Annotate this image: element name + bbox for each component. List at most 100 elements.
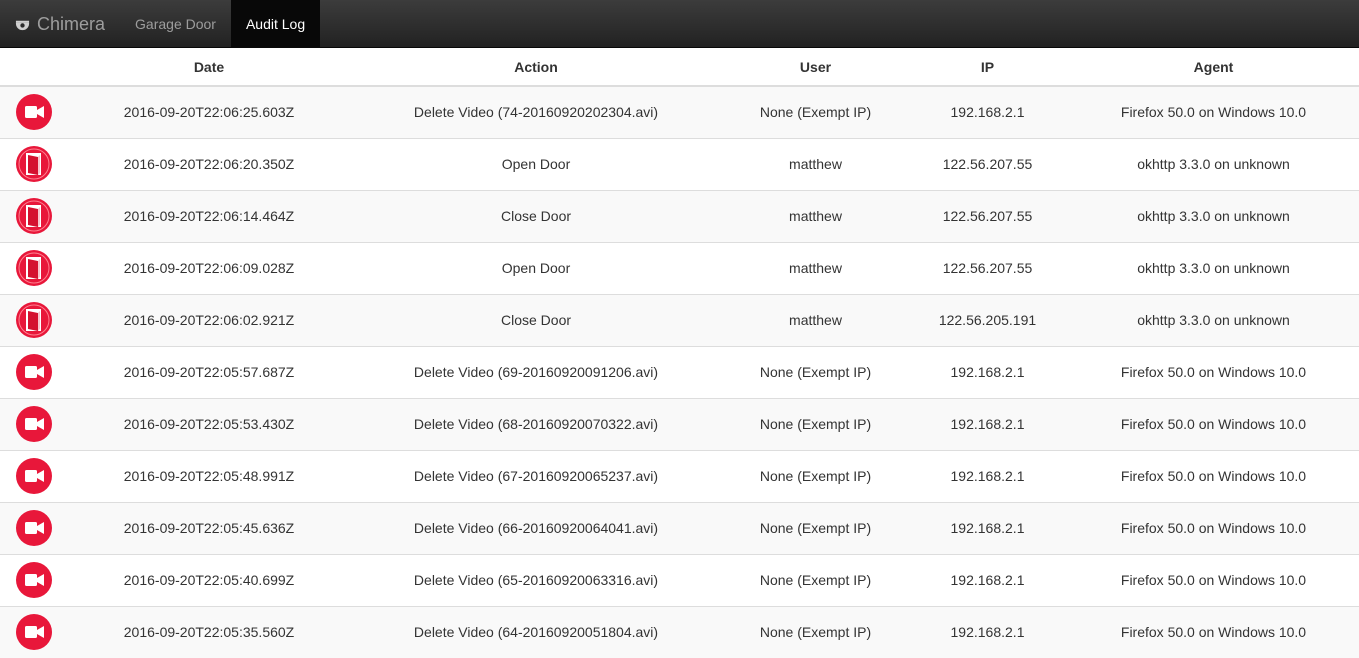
ip-cell: 192.168.2.1: [907, 397, 1068, 450]
table-row: 2016-09-20T22:06:20.350Z Open Door matthew…: [0, 137, 1359, 190]
action-cell: Delete Video (64-20160920051804.avi): [348, 605, 724, 658]
ip-cell: 192.168.2.1: [907, 85, 1068, 138]
date-cell: 2016-09-20T22:05:40.699Z: [70, 553, 348, 606]
row-icon-cell: [0, 137, 70, 190]
user-cell: None (Exempt IP): [724, 85, 907, 138]
nav-audit-log[interactable]: Audit Log: [230, 0, 321, 48]
agent-cell: Firefox 50.0 on Windows 10.0: [1068, 501, 1359, 554]
action-cell: Delete Video (74-20160920202304.avi): [348, 85, 724, 138]
action-cell: Delete Video (66-20160920064041.avi): [348, 501, 724, 554]
date-cell: 2016-09-20T22:05:53.430Z: [70, 397, 348, 450]
table-row: 2016-09-20T22:05:57.687Z Delete Video (69…: [0, 345, 1359, 398]
row-icon-cell: [0, 449, 70, 502]
table-body: 2016-09-20T22:06:25.603Z Delete Video (74…: [0, 85, 1359, 658]
agent-cell: Firefox 50.0 on Windows 10.0: [1068, 449, 1359, 502]
video-camera-icon: [0, 458, 70, 494]
door-icon: [0, 146, 70, 182]
action-cell: Open Door: [348, 137, 724, 190]
user-cell: None (Exempt IP): [724, 605, 907, 658]
ip-cell: 192.168.2.1: [907, 501, 1068, 554]
table-row: 2016-09-20T22:05:40.699Z Delete Video (65…: [0, 553, 1359, 606]
row-icon-cell: [0, 397, 70, 450]
date-cell: 2016-09-20T22:06:20.350Z: [70, 137, 348, 190]
table-row: 2016-09-20T22:06:02.921Z Close Door matthe…: [0, 293, 1359, 346]
row-icon-cell: [0, 189, 70, 242]
user-cell: None (Exempt IP): [724, 345, 907, 398]
door-icon: [0, 198, 70, 234]
agent-cell: Firefox 50.0 on Windows 10.0: [1068, 397, 1359, 450]
video-camera-icon: [0, 354, 70, 390]
action-cell: Close Door: [348, 293, 724, 346]
user-cell: matthew: [724, 241, 907, 294]
ip-cell: 122.56.207.55: [907, 137, 1068, 190]
date-cell: 2016-09-20T22:06:09.028Z: [70, 241, 348, 294]
video-camera-icon: [0, 94, 70, 131]
audit-log-table: Date Action User IP Agent 2016-09-20T22:…: [0, 48, 1359, 658]
table-row: 2016-09-20T22:06:14.464Z Close Door matthe…: [0, 189, 1359, 242]
user-cell: None (Exempt IP): [724, 501, 907, 554]
agent-cell: okhttp 3.3.0 on unknown: [1068, 241, 1359, 294]
table-header-row: Date Action User IP Agent: [0, 48, 1359, 87]
ip-cell: 122.56.205.191: [907, 293, 1068, 346]
ip-cell: 192.168.2.1: [907, 553, 1068, 606]
dome-camera-icon: [15, 20, 30, 30]
user-cell: matthew: [724, 293, 907, 346]
user-cell: None (Exempt IP): [724, 553, 907, 606]
row-icon-cell: [0, 605, 70, 658]
action-cell: Delete Video (65-20160920063316.avi): [348, 553, 724, 606]
user-cell: None (Exempt IP): [724, 397, 907, 450]
action-cell: Delete Video (67-20160920065237.avi): [348, 449, 724, 502]
row-icon-cell: [0, 241, 70, 294]
row-icon-cell: [0, 293, 70, 346]
door-icon: [0, 302, 70, 338]
row-icon-cell: [0, 345, 70, 398]
header-ip: IP: [907, 48, 1068, 87]
table-row: 2016-09-20T22:05:35.560Z Delete Video (64…: [0, 605, 1359, 658]
video-camera-icon: [0, 406, 70, 442]
door-icon: [0, 250, 70, 286]
table-row: 2016-09-20T22:05:48.991Z Delete Video (67…: [0, 449, 1359, 502]
agent-cell: okhttp 3.3.0 on unknown: [1068, 137, 1359, 190]
row-icon-cell: [0, 553, 70, 606]
top-navbar: Chimera Garage Door Audit Log: [0, 0, 1359, 48]
date-cell: 2016-09-20T22:06:02.921Z: [70, 293, 348, 346]
agent-cell: Firefox 50.0 on Windows 10.0: [1068, 605, 1359, 658]
brand-link[interactable]: Chimera: [0, 0, 120, 48]
table-row: 2016-09-20T22:06:09.028Z Open Door matthew…: [0, 241, 1359, 294]
agent-cell: Firefox 50.0 on Windows 10.0: [1068, 345, 1359, 398]
date-cell: 2016-09-20T22:05:48.991Z: [70, 449, 348, 502]
ip-cell: 122.56.207.55: [907, 241, 1068, 294]
nav-garage-door[interactable]: Garage Door: [120, 0, 231, 48]
action-cell: Close Door: [348, 189, 724, 242]
action-cell: Delete Video (68-20160920070322.avi): [348, 397, 724, 450]
user-cell: matthew: [724, 137, 907, 190]
agent-cell: Firefox 50.0 on Windows 10.0: [1068, 553, 1359, 606]
user-cell: None (Exempt IP): [724, 449, 907, 502]
date-cell: 2016-09-20T22:05:35.560Z: [70, 605, 348, 658]
header-user: User: [724, 48, 907, 87]
table-row: 2016-09-20T22:06:25.603Z Delete Video (74…: [0, 85, 1359, 138]
date-cell: 2016-09-20T22:05:57.687Z: [70, 345, 348, 398]
table-row: 2016-09-20T22:05:45.636Z Delete Video (66…: [0, 501, 1359, 554]
ip-cell: 192.168.2.1: [907, 605, 1068, 658]
date-cell: 2016-09-20T22:05:45.636Z: [70, 501, 348, 554]
agent-cell: okhttp 3.3.0 on unknown: [1068, 189, 1359, 242]
ip-cell: 192.168.2.1: [907, 345, 1068, 398]
header-agent: Agent: [1068, 48, 1359, 87]
user-cell: matthew: [724, 189, 907, 242]
brand-name: Chimera: [37, 13, 106, 34]
date-cell: 2016-09-20T22:06:25.603Z: [70, 85, 348, 138]
row-icon-cell: [0, 85, 70, 138]
agent-cell: okhttp 3.3.0 on unknown: [1068, 293, 1359, 346]
agent-cell: Firefox 50.0 on Windows 10.0: [1068, 85, 1359, 138]
table-row: 2016-09-20T22:05:53.430Z Delete Video (68…: [0, 397, 1359, 450]
header-action: Action: [348, 48, 724, 87]
ip-cell: 122.56.207.55: [907, 189, 1068, 242]
action-cell: Delete Video (69-20160920091206.avi): [348, 345, 724, 398]
audit-log-table-container: Date Action User IP Agent 2016-09-20T22:…: [0, 48, 1359, 658]
action-cell: Open Door: [348, 241, 724, 294]
row-icon-cell: [0, 501, 70, 554]
header-icon: [0, 48, 70, 87]
date-cell: 2016-09-20T22:06:14.464Z: [70, 189, 348, 242]
video-camera-icon: [0, 562, 70, 598]
